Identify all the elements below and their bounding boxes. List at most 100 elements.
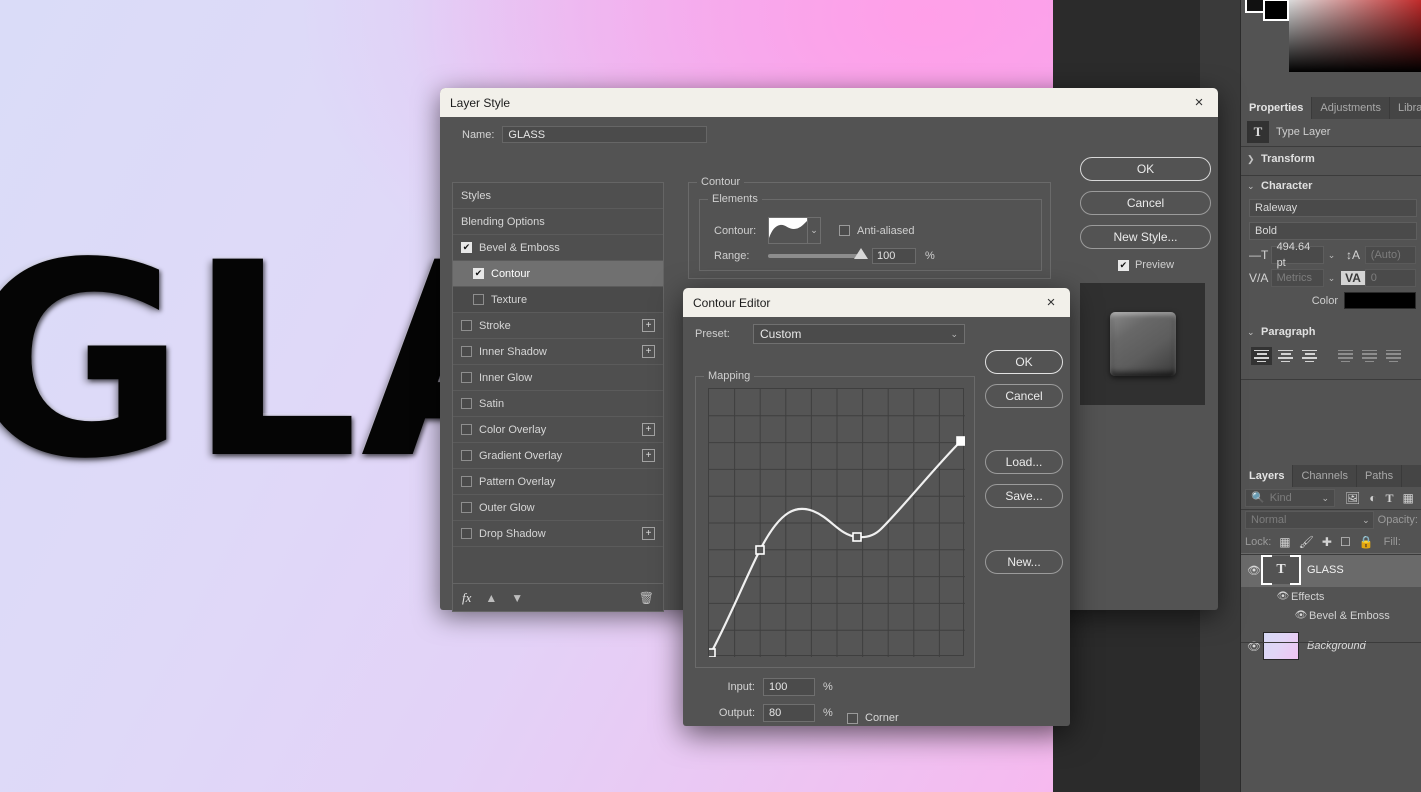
effects-item-contour[interactable]: ✔ Contour — [453, 261, 663, 287]
justify-last-right-button[interactable] — [1383, 347, 1404, 365]
contour-preset-swatch[interactable] — [768, 217, 808, 244]
range-slider[interactable] — [768, 248, 868, 259]
checkbox-icon[interactable] — [461, 502, 472, 513]
anti-aliased-checkbox[interactable] — [839, 225, 850, 236]
effects-item-outer-glow[interactable]: Outer Glow — [453, 495, 663, 521]
effects-item-inner-glow[interactable]: Inner Glow — [453, 365, 663, 391]
filter-adjustment-icon[interactable]: ◐ — [1369, 491, 1376, 505]
lock-image-icon[interactable]: 🖌 — [1299, 535, 1314, 549]
range-slider-thumb[interactable] — [854, 248, 868, 259]
ok-button[interactable]: OK — [1080, 157, 1211, 181]
add-effect-icon[interactable]: + — [642, 319, 655, 332]
font-size-chevron-icon[interactable]: ⌄ — [1324, 250, 1336, 261]
effects-item-pattern-overlay[interactable]: Pattern Overlay — [453, 469, 663, 495]
effects-item-satin[interactable]: Satin — [453, 391, 663, 417]
contour-curve-grid[interactable] — [708, 388, 965, 657]
justify-last-left-button[interactable] — [1335, 347, 1356, 365]
layer-thumbnail[interactable]: T — [1261, 555, 1301, 585]
layer-name-input[interactable]: GLASS — [502, 126, 708, 143]
font-style-input[interactable]: Bold — [1249, 222, 1417, 240]
corner-checkbox[interactable] — [847, 712, 858, 724]
preview-checkbox[interactable]: ✔ — [1117, 259, 1129, 271]
output-value-field[interactable]: 80 — [763, 704, 815, 722]
align-center-button[interactable] — [1275, 347, 1296, 365]
filter-image-icon[interactable]: 🖼 — [1345, 491, 1360, 505]
background-color-swatch[interactable] — [1263, 0, 1289, 21]
input-value-field[interactable]: 100 — [763, 678, 815, 696]
blend-mode-row[interactable]: Normal ⌄ Opacity: — [1241, 509, 1421, 531]
tab-adjustments[interactable]: Adjustments — [1312, 97, 1390, 119]
kerning-input[interactable]: Metrics — [1270, 269, 1324, 287]
transform-section-header[interactable]: ❯ Transform — [1241, 145, 1421, 173]
justify-last-center-button[interactable] — [1359, 347, 1380, 365]
checkbox-icon[interactable] — [461, 528, 472, 539]
fx-icon[interactable]: fx — [462, 590, 471, 606]
effects-item-gradient-overlay[interactable]: Gradient Overlay + — [453, 443, 663, 469]
move-down-icon[interactable]: ▼ — [511, 591, 523, 605]
lock-artboard-icon[interactable]: ☐ — [1340, 535, 1351, 549]
effects-item-color-overlay[interactable]: Color Overlay + — [453, 417, 663, 443]
filter-shape-icon[interactable]: ▦ — [1403, 491, 1414, 505]
tab-channels[interactable]: Channels — [1293, 465, 1357, 487]
preset-select[interactable]: Custom ⌄ — [753, 324, 965, 344]
effects-item-texture[interactable]: Texture — [453, 287, 663, 313]
effects-item-drop-shadow[interactable]: Drop Shadow + — [453, 521, 663, 547]
add-effect-icon[interactable]: + — [642, 527, 655, 540]
align-right-button[interactable] — [1299, 347, 1320, 365]
tab-layers[interactable]: Layers — [1241, 465, 1294, 487]
add-effect-icon[interactable]: + — [642, 345, 655, 358]
checkbox-checked-icon[interactable]: ✔ — [461, 242, 472, 253]
leading-input[interactable]: (Auto) — [1364, 246, 1416, 264]
layer-filter-kind-select[interactable]: 🔍 Kind ⌄ — [1245, 489, 1335, 507]
blend-mode-select[interactable]: Normal — [1245, 511, 1375, 529]
new-button[interactable]: New... — [985, 550, 1063, 574]
new-style-button[interactable]: New Style... — [1080, 225, 1211, 249]
eye-icon[interactable]: 👁 — [1275, 591, 1291, 602]
effects-item-blending-options[interactable]: Blending Options — [453, 209, 663, 235]
layer-style-buttons[interactable]: OK Cancel New Style... ✔ Preview — [1080, 157, 1212, 405]
checkbox-icon[interactable] — [461, 372, 472, 383]
align-left-button[interactable] — [1251, 347, 1272, 365]
preview-row[interactable]: ✔ Preview — [1080, 259, 1212, 271]
lock-row[interactable]: Lock: ▦ 🖌 ✚ ☐ 🔒 Fill: — [1241, 531, 1421, 553]
contour-editor-buttons[interactable]: OK Cancel Load... Save... New... — [985, 350, 1065, 584]
contour-editor-dialog[interactable]: Contour Editor × Preset: Custom ⌄ Mappin… — [683, 288, 1070, 726]
checkbox-icon[interactable] — [461, 476, 472, 487]
delete-effect-icon[interactable]: 🗑 — [639, 591, 654, 605]
checkbox-icon[interactable] — [473, 294, 484, 305]
checkbox-icon[interactable] — [461, 398, 472, 409]
tab-paths[interactable]: Paths — [1356, 465, 1403, 487]
font-size-input[interactable]: 494.64 pt — [1270, 241, 1324, 269]
layer-row-glass[interactable]: 👁 T GLASS — [1241, 553, 1421, 587]
chevron-down-icon[interactable]: ⌄ — [1317, 490, 1329, 506]
checkbox-icon[interactable] — [461, 346, 472, 357]
layer-effects-row[interactable]: 👁 Effects — [1241, 587, 1421, 606]
cancel-button[interactable]: Cancel — [985, 384, 1063, 408]
layer-row-background[interactable]: 👁 Background — [1241, 629, 1421, 663]
font-family-input[interactable]: Raleway — [1249, 199, 1417, 217]
tracking-input[interactable]: 0 — [1364, 269, 1416, 287]
text-color-swatch[interactable] — [1344, 292, 1416, 309]
tab-properties[interactable]: Properties — [1241, 97, 1313, 119]
contour-chevron-down-icon[interactable]: ⌄ — [808, 217, 821, 244]
character-section-header[interactable]: ⌄ Character — [1241, 173, 1421, 199]
layer-effect-bevel-emboss-row[interactable]: 👁 Bevel & Emboss — [1241, 606, 1421, 625]
ok-button[interactable]: OK — [985, 350, 1063, 374]
effects-list[interactable]: Styles Blending Options ✔ Bevel & Emboss … — [452, 182, 664, 584]
color-picker-strip[interactable] — [1241, 0, 1421, 90]
kerning-chevron-icon[interactable]: ⌄ — [1324, 273, 1336, 284]
effects-item-bevel-emboss[interactable]: ✔ Bevel & Emboss — [453, 235, 663, 261]
close-icon[interactable]: × — [1042, 295, 1060, 310]
checkbox-icon[interactable] — [461, 320, 472, 331]
move-up-icon[interactable]: ▲ — [485, 591, 497, 605]
layers-tabbar[interactable]: Layers Channels Paths — [1241, 465, 1421, 487]
lock-all-icon[interactable]: 🔒 — [1359, 535, 1374, 549]
properties-tabbar[interactable]: Properties Adjustments Librar — [1241, 97, 1421, 119]
lock-position-icon[interactable]: ✚ — [1322, 535, 1332, 549]
checkbox-checked-icon[interactable]: ✔ — [473, 268, 484, 279]
tab-libraries[interactable]: Librar — [1389, 97, 1421, 119]
paragraph-align-buttons[interactable] — [1241, 347, 1421, 365]
close-icon[interactable]: × — [1190, 95, 1208, 110]
contour-curve[interactable] — [709, 389, 965, 657]
load-button[interactable]: Load... — [985, 450, 1063, 474]
